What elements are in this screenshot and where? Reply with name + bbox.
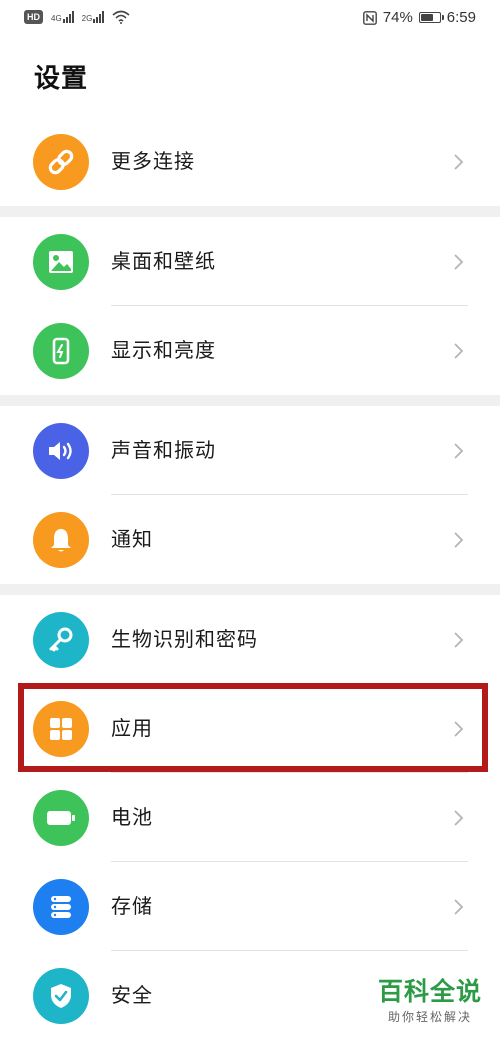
status-left: HD 4G 2G xyxy=(24,10,130,24)
group-separator xyxy=(0,206,500,217)
settings-item-battery[interactable]: 电池 xyxy=(0,773,500,862)
battery-status-icon xyxy=(418,12,444,23)
battery-percent: 74% xyxy=(382,9,413,26)
signal-1: 4G xyxy=(51,11,74,23)
signal-bars-icon xyxy=(93,11,105,23)
group-separator xyxy=(0,395,500,406)
settings-item-more-connections[interactable]: 更多连接 xyxy=(0,117,500,206)
settings-item-label: 安全 xyxy=(111,983,153,1007)
chevron-right-icon xyxy=(454,343,464,359)
settings-item-display-brightness[interactable]: 显示和亮度 xyxy=(0,306,500,395)
chevron-right-icon xyxy=(454,810,464,826)
display-icon xyxy=(33,323,89,379)
chevron-right-icon xyxy=(454,443,464,459)
shield-icon xyxy=(33,968,89,1024)
bell-icon xyxy=(33,512,89,568)
highlight-box xyxy=(18,683,488,772)
settings-item-label: 显示和亮度 xyxy=(111,338,216,362)
wallpaper-icon xyxy=(33,234,89,290)
network-type-1: 4G xyxy=(51,14,62,23)
clock: 6:59 xyxy=(446,9,476,26)
page-title: 设置 xyxy=(34,64,89,94)
nfc-icon xyxy=(362,10,377,25)
settings-item-label: 电池 xyxy=(111,805,153,829)
network-type-2: 2G xyxy=(81,14,93,23)
status-right: 74% 6:59 xyxy=(362,9,476,26)
chevron-right-icon xyxy=(454,532,464,548)
settings-item-label: 生物识别和密码 xyxy=(111,627,258,651)
group-separator xyxy=(0,584,500,595)
signal-bars-icon xyxy=(62,11,74,23)
settings-item-label: 通知 xyxy=(111,527,153,551)
battery-icon xyxy=(33,790,89,846)
settings-item-biometrics-password[interactable]: 生物识别和密码 xyxy=(0,595,500,684)
watermark-subtitle: 助你轻松解决 xyxy=(387,1010,472,1024)
settings-item-storage[interactable]: 存储 xyxy=(0,862,500,951)
signal-2: 2G xyxy=(82,11,105,23)
battery-fill xyxy=(420,14,434,21)
settings-item-notifications[interactable]: 通知 xyxy=(0,495,500,584)
settings-item-label: 存储 xyxy=(111,894,153,918)
settings-item-sound-vibration[interactable]: 声音和振动 xyxy=(0,406,500,495)
status-bar: HD 4G 2G 74% 6:59 xyxy=(0,0,500,38)
key-icon xyxy=(33,612,89,668)
chevron-right-icon xyxy=(454,254,464,270)
hd-badge: HD xyxy=(24,10,43,24)
settings-item-home-wallpaper[interactable]: 桌面和壁纸 xyxy=(0,217,500,306)
storage-icon xyxy=(33,879,89,935)
settings-item-label: 声音和振动 xyxy=(111,438,216,462)
watermark-title: 百科全说 xyxy=(377,977,482,1006)
wifi-icon xyxy=(112,10,130,24)
settings-item-label: 桌面和壁纸 xyxy=(111,249,216,273)
watermark: 百科全说 助你轻松解决 xyxy=(373,976,487,1026)
chevron-right-icon xyxy=(454,899,464,915)
settings-item-label: 更多连接 xyxy=(111,149,195,173)
speaker-icon xyxy=(33,423,89,479)
chevron-right-icon xyxy=(454,632,464,648)
chevron-right-icon xyxy=(454,154,464,170)
link-icon xyxy=(33,134,89,190)
